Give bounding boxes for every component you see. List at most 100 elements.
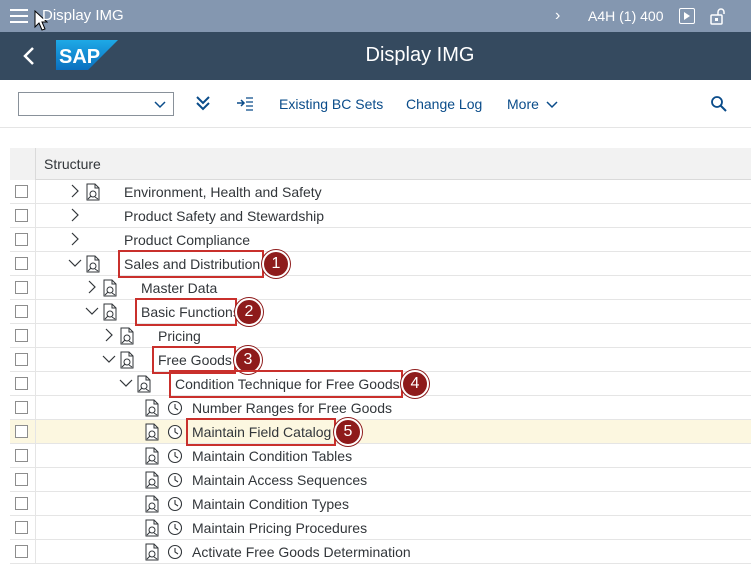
documentation-icon[interactable] xyxy=(144,423,160,441)
tree-node-label[interactable]: Maintain Condition Tables xyxy=(192,448,352,464)
tree-node-label[interactable]: Product Safety and Stewardship xyxy=(124,208,324,224)
execute-clock-icon[interactable] xyxy=(167,399,183,417)
tree-row[interactable]: Pricing xyxy=(10,324,751,348)
expand-node-icon[interactable] xyxy=(85,279,99,295)
row-checkbox[interactable] xyxy=(15,473,28,486)
go-to-node-icon[interactable] xyxy=(236,94,254,112)
execute-clock-icon[interactable] xyxy=(167,519,183,537)
tree-row[interactable]: Maintain Field Catalog xyxy=(10,420,751,444)
row-selector-cell xyxy=(10,540,36,564)
tree-row[interactable]: Environment, Health and Safety xyxy=(10,180,751,204)
row-selector-cell xyxy=(10,444,36,468)
collapse-node-icon[interactable] xyxy=(102,351,116,367)
window-title: Display IMG xyxy=(42,7,124,24)
row-checkbox[interactable] xyxy=(15,233,28,246)
documentation-icon[interactable] xyxy=(144,399,160,417)
chevron-down-icon xyxy=(546,101,558,109)
row-selector-cell xyxy=(10,252,36,276)
tree-node-label[interactable]: Pricing xyxy=(158,328,201,344)
documentation-icon[interactable] xyxy=(85,255,101,273)
documentation-icon[interactable] xyxy=(102,279,118,297)
tree-row[interactable]: Number Ranges for Free Goods xyxy=(10,396,751,420)
collapse-node-icon[interactable] xyxy=(68,255,82,271)
search-icon[interactable] xyxy=(710,95,728,113)
documentation-icon[interactable] xyxy=(144,495,160,513)
row-selector-cell xyxy=(10,228,36,252)
documentation-icon[interactable] xyxy=(144,543,160,561)
row-checkbox[interactable] xyxy=(15,209,28,222)
annotation-step-badge: 2 xyxy=(235,298,263,326)
execute-clock-icon[interactable] xyxy=(167,423,183,441)
expand-node-icon[interactable] xyxy=(68,231,82,247)
column-header-structure: Structure xyxy=(44,156,101,172)
tree-node-label[interactable]: Product Compliance xyxy=(124,232,250,248)
row-selector-cell xyxy=(10,276,36,300)
execute-clock-icon[interactable] xyxy=(167,447,183,465)
row-checkbox[interactable] xyxy=(15,185,28,198)
existing-bc-sets-button[interactable]: Existing BC Sets xyxy=(279,96,383,112)
documentation-icon[interactable] xyxy=(144,519,160,537)
row-selector-cell xyxy=(10,180,36,204)
tree-row[interactable]: Maintain Access Sequences xyxy=(10,468,751,492)
row-selector-cell xyxy=(10,324,36,348)
tree-row[interactable]: Master Data xyxy=(10,276,751,300)
tree-row[interactable]: Maintain Condition Types xyxy=(10,492,751,516)
tree-row[interactable]: Free Goods xyxy=(10,348,751,372)
app-header: SAP Display IMG xyxy=(0,32,751,80)
execute-clock-icon[interactable] xyxy=(167,543,183,561)
documentation-icon[interactable] xyxy=(102,303,118,321)
row-checkbox[interactable] xyxy=(15,377,28,390)
documentation-icon[interactable] xyxy=(144,447,160,465)
row-selector-cell xyxy=(10,300,36,324)
row-checkbox[interactable] xyxy=(15,497,28,510)
expand-node-icon[interactable] xyxy=(68,183,82,199)
expand-node-icon[interactable] xyxy=(68,207,82,223)
annotation-step-badge: 4 xyxy=(401,370,429,398)
tree-row[interactable]: Maintain Condition Tables xyxy=(10,444,751,468)
documentation-icon[interactable] xyxy=(85,183,101,201)
tree-row[interactable]: Basic Functions xyxy=(10,300,751,324)
row-selector-cell xyxy=(10,468,36,492)
documentation-icon[interactable] xyxy=(119,351,135,369)
tree-row[interactable]: Product Compliance xyxy=(10,228,751,252)
change-log-button[interactable]: Change Log xyxy=(406,96,482,112)
row-checkbox[interactable] xyxy=(15,329,28,342)
tree-node-label[interactable]: Environment, Health and Safety xyxy=(124,184,322,200)
execute-clock-icon[interactable] xyxy=(167,495,183,513)
row-selector-cell xyxy=(10,420,36,444)
tree-row[interactable]: Maintain Pricing Procedures xyxy=(10,516,751,540)
row-checkbox[interactable] xyxy=(15,305,28,318)
row-checkbox[interactable] xyxy=(15,449,28,462)
menu-icon[interactable] xyxy=(10,9,28,23)
chevron-right-icon[interactable]: › xyxy=(555,7,560,25)
collapse-node-icon[interactable] xyxy=(85,303,99,319)
row-checkbox[interactable] xyxy=(15,401,28,414)
tree-row[interactable]: Product Safety and Stewardship xyxy=(10,204,751,228)
tree-node-label[interactable]: Master Data xyxy=(141,280,217,296)
tree-node-label[interactable]: Maintain Access Sequences xyxy=(192,472,367,488)
row-checkbox[interactable] xyxy=(15,353,28,366)
tree-row[interactable]: Activate Free Goods Determination xyxy=(10,540,751,564)
tree-node-label[interactable]: Maintain Pricing Procedures xyxy=(192,520,367,536)
run-transaction-icon[interactable] xyxy=(679,8,695,24)
execute-clock-icon[interactable] xyxy=(167,471,183,489)
expand-all-icon[interactable] xyxy=(194,94,212,112)
documentation-icon[interactable] xyxy=(136,375,152,393)
unlock-icon[interactable] xyxy=(709,7,727,25)
variant-dropdown[interactable] xyxy=(18,92,174,116)
row-checkbox[interactable] xyxy=(15,521,28,534)
more-menu-button[interactable]: More xyxy=(507,96,559,112)
row-checkbox[interactable] xyxy=(15,281,28,294)
tree-node-label[interactable]: Activate Free Goods Determination xyxy=(192,544,411,560)
tree-node-label[interactable]: Maintain Condition Types xyxy=(192,496,349,512)
tree-header: Structure xyxy=(10,148,751,180)
expand-node-icon[interactable] xyxy=(102,327,116,343)
row-checkbox[interactable] xyxy=(15,257,28,270)
tree-node-label[interactable]: Number Ranges for Free Goods xyxy=(192,400,392,416)
documentation-icon[interactable] xyxy=(144,471,160,489)
documentation-icon[interactable] xyxy=(119,327,135,345)
row-checkbox[interactable] xyxy=(15,545,28,558)
row-checkbox[interactable] xyxy=(15,425,28,438)
collapse-node-icon[interactable] xyxy=(119,375,133,391)
row-selector-cell xyxy=(10,492,36,516)
